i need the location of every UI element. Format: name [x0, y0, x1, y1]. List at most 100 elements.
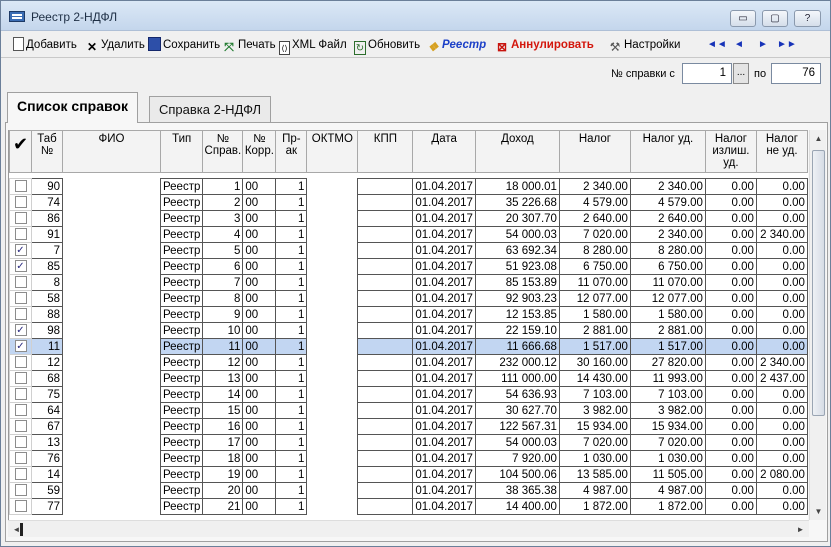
row-checkbox-cell[interactable]: [9, 290, 32, 307]
registry-button[interactable]: ❖ Реестр: [426, 35, 487, 55]
row-checkbox-cell[interactable]: [9, 498, 32, 515]
col-kpp-header[interactable]: КПП: [357, 130, 414, 173]
scroll-right-icon[interactable]: ►: [792, 521, 809, 538]
minimize-button[interactable]: ▭: [730, 10, 756, 27]
checkbox-icon[interactable]: [14, 180, 27, 193]
col-income-header[interactable]: Доход: [474, 130, 560, 173]
table-row[interactable]: ✓ 98 Реестр 10 00 1 01.04.2017 22 159.10 2 881.0…: [9, 322, 808, 339]
xml-file-button[interactable]: ⟨⟩ XML Файл: [279, 35, 347, 55]
help-button[interactable]: ?: [794, 10, 821, 27]
checked-checkbox-icon[interactable]: ✓: [14, 324, 27, 337]
checkbox-icon[interactable]: [14, 468, 27, 481]
table-row[interactable]: 59 Реестр 20 00 1 01.04.2017 38 365.38 4 987.00…: [9, 482, 808, 499]
print-button[interactable]: ⤧ Печать: [222, 35, 276, 55]
col-tab-header[interactable]: Таб №: [31, 130, 63, 173]
maximize-button[interactable]: ▢: [762, 10, 788, 27]
checkbox-icon[interactable]: [14, 388, 27, 401]
row-checkbox-cell[interactable]: [9, 450, 32, 467]
row-checkbox-cell[interactable]: [9, 370, 32, 387]
checkbox-icon[interactable]: [14, 500, 27, 513]
range-ellipsis-button[interactable]: ...: [733, 63, 749, 84]
checkbox-icon[interactable]: [14, 308, 27, 321]
col-tax-not-ud-header[interactable]: Налог не уд.: [755, 130, 808, 173]
col-check-header[interactable]: ✔: [9, 130, 32, 173]
col-date-header[interactable]: Дата: [412, 130, 476, 173]
table-row[interactable]: 64 Реестр 15 00 1 01.04.2017 30 627.70 3 982.00…: [9, 402, 808, 419]
table-row[interactable]: 91 Реестр 4 00 1 01.04.2017 54 000.03 7 020.00 2…: [9, 226, 808, 243]
row-checkbox-cell[interactable]: [9, 178, 32, 195]
vertical-scrollbar[interactable]: ▲ ▼: [809, 130, 826, 520]
checkbox-icon[interactable]: [14, 356, 27, 369]
row-checkbox-cell[interactable]: [9, 306, 32, 323]
settings-button[interactable]: ⚒ Настройки: [608, 35, 681, 55]
row-checkbox-cell[interactable]: ✓: [9, 322, 32, 339]
checkbox-icon[interactable]: [14, 452, 27, 465]
row-checkbox-cell[interactable]: [9, 194, 32, 211]
table-row[interactable]: 12 Реестр 12 00 1 01.04.2017 232 000.12 30 160.…: [9, 354, 808, 371]
col-type-header[interactable]: Тип: [159, 130, 204, 173]
col-tax-ud-header[interactable]: Налог уд.: [629, 130, 706, 173]
checkbox-icon[interactable]: [14, 292, 27, 305]
checkbox-icon[interactable]: [14, 212, 27, 225]
nav-first-icon[interactable]: ◄◄: [707, 37, 727, 53]
table-row[interactable]: 13 Реестр 17 00 1 01.04.2017 54 000.03 7 020.00…: [9, 434, 808, 451]
table-row[interactable]: 90 Реестр 1 00 1 01.04.2017 18 000.01 2 340.00 2…: [9, 178, 808, 195]
row-checkbox-cell[interactable]: [9, 402, 32, 419]
checkbox-icon[interactable]: [14, 196, 27, 209]
table-row[interactable]: 77 Реестр 21 00 1 01.04.2017 14 400.00 1 872.00…: [9, 498, 808, 515]
table-row[interactable]: 86 Реестр 3 00 1 01.04.2017 20 307.70 2 640.00 2…: [9, 210, 808, 227]
row-checkbox-cell[interactable]: [9, 354, 32, 371]
table-row[interactable]: ✓ 7 Реестр 5 00 1 01.04.2017 63 692.34 8 280.00 8…: [9, 242, 808, 259]
col-corr-header[interactable]: № Корр.: [242, 130, 277, 173]
tab-certificate[interactable]: Справка 2-НДФЛ: [149, 96, 272, 124]
nav-next-icon[interactable]: ►: [754, 37, 772, 53]
table-row[interactable]: 88 Реестр 9 00 1 01.04.2017 12 153.85 1 580.00 1…: [9, 306, 808, 323]
col-fio-header[interactable]: ФИО: [62, 130, 161, 173]
table-row[interactable]: 76 Реестр 18 00 1 01.04.2017 7 920.00 1 030.00 1…: [9, 450, 808, 467]
row-checkbox-cell[interactable]: [9, 482, 32, 499]
row-checkbox-cell[interactable]: [9, 386, 32, 403]
checkbox-icon[interactable]: [14, 372, 27, 385]
col-tax-header[interactable]: Налог: [558, 130, 631, 173]
table-row[interactable]: 67 Реестр 16 00 1 01.04.2017 122 567.31 15 934.…: [9, 418, 808, 435]
vertical-scroll-thumb[interactable]: [812, 150, 825, 416]
range-to-input[interactable]: 76: [771, 63, 821, 84]
checkbox-icon[interactable]: [14, 484, 27, 497]
scroll-up-icon[interactable]: ▲: [810, 130, 827, 147]
add-button[interactable]: Добавить: [13, 35, 77, 55]
annul-button[interactable]: ⊠ Аннулировать: [495, 35, 594, 55]
checkbox-icon[interactable]: [14, 436, 27, 449]
table-row[interactable]: 68 Реестр 13 00 1 01.04.2017 111 000.00 14 430.…: [9, 370, 808, 387]
checked-checkbox-icon[interactable]: ✓: [14, 260, 27, 273]
col-tax-excess-header[interactable]: Налог излиш. уд.: [704, 130, 757, 173]
row-checkbox-cell[interactable]: [9, 466, 32, 483]
row-checkbox-cell[interactable]: ✓: [9, 242, 32, 259]
refresh-button[interactable]: ↻ Обновить: [354, 35, 420, 55]
col-pr-header[interactable]: Пр-ак: [275, 130, 308, 173]
table-row[interactable]: ✓ 11 Реестр 11 00 1 01.04.2017 11 666.68 1 517.0…: [9, 338, 808, 355]
row-checkbox-cell[interactable]: ✓: [9, 338, 32, 355]
row-checkbox-cell[interactable]: [9, 274, 32, 291]
col-oktmo-header[interactable]: ОКТМО: [306, 130, 359, 173]
nav-last-icon[interactable]: ►►: [777, 37, 797, 53]
col-num-header[interactable]: № Справ.: [202, 130, 244, 173]
row-checkbox-cell[interactable]: [9, 418, 32, 435]
checkbox-icon[interactable]: [14, 404, 27, 417]
checked-checkbox-icon[interactable]: ✓: [14, 244, 27, 257]
row-checkbox-cell[interactable]: ✓: [9, 258, 32, 275]
scroll-down-icon[interactable]: ▼: [810, 503, 827, 520]
save-button[interactable]: Сохранить: [148, 35, 220, 55]
table-row[interactable]: 14 Реестр 19 00 1 01.04.2017 104 500.06 13 585.…: [9, 466, 808, 483]
table-row[interactable]: 8 Реестр 7 00 1 01.04.2017 85 153.89 11 070.00 1…: [9, 274, 808, 291]
range-from-input[interactable]: 1: [682, 63, 732, 84]
checkbox-icon[interactable]: [14, 276, 27, 289]
row-checkbox-cell[interactable]: [9, 226, 32, 243]
table-row[interactable]: ✓ 85 Реестр 6 00 1 01.04.2017 51 923.08 6 750.00…: [9, 258, 808, 275]
tab-list[interactable]: Список справок: [7, 92, 138, 123]
horizontal-scrollbar[interactable]: ◄ ►: [8, 520, 809, 537]
delete-button[interactable]: ✕ Удалить: [85, 35, 145, 55]
nav-prev-icon[interactable]: ◄: [730, 37, 748, 53]
checkbox-icon[interactable]: [14, 420, 27, 433]
row-checkbox-cell[interactable]: [9, 434, 32, 451]
checked-checkbox-icon[interactable]: ✓: [14, 340, 27, 353]
